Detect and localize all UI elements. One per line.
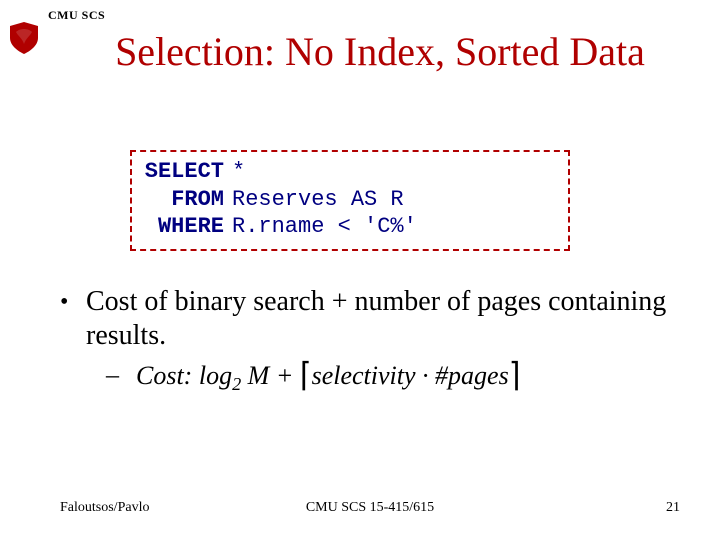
sql-line-select: SELECT * xyxy=(142,158,558,186)
slide-title: Selection: No Index, Sorted Data xyxy=(60,28,700,75)
bullet-dot-icon: • xyxy=(60,285,86,319)
crest-icon xyxy=(6,20,42,56)
bullet-item: • Cost of binary search + number of page… xyxy=(60,285,680,353)
ceiling-right-icon: ⌉ xyxy=(509,358,521,393)
sql-where-clause: R.rname < 'C%' xyxy=(232,214,417,239)
bullet-list: • Cost of binary search + number of page… xyxy=(60,285,680,400)
sql-select-clause: * xyxy=(232,159,245,184)
bullet-text: Cost of binary search + number of pages … xyxy=(86,285,680,353)
sql-keyword-select: SELECT xyxy=(142,158,224,186)
header-org-label: CMU SCS xyxy=(48,8,105,23)
sql-from-clause: Reserves AS R xyxy=(232,187,404,212)
slide: CMU SCS Selection: No Index, Sorted Data… xyxy=(0,0,720,540)
ceiling-left-icon: ⌈ xyxy=(300,358,312,393)
sub-bullet-dash-icon: – xyxy=(106,359,136,391)
cost-formula: Cost: log2 M + ⌈selectivity · #pages⌉ xyxy=(136,359,680,400)
cost-selectivity: selectivity xyxy=(312,361,416,390)
sub-bullet-item: – Cost: log2 M + ⌈selectivity · #pages⌉ xyxy=(106,359,680,400)
sql-line-where: WHERE R.rname < 'C%' xyxy=(142,213,558,241)
footer-course: CMU SCS 15-415/615 xyxy=(60,500,680,516)
cost-pages: #pages xyxy=(435,361,509,390)
cost-label: Cost: log xyxy=(136,361,232,390)
sql-keyword-from: FROM xyxy=(142,186,224,214)
slide-footer: Faloutsos/Pavlo CMU SCS 15-415/615 21 xyxy=(60,500,680,516)
cost-mult-dot: · xyxy=(416,361,436,390)
sql-keyword-where: WHERE xyxy=(142,213,224,241)
sql-line-from: FROM Reserves AS R xyxy=(142,186,558,214)
cost-M: M + xyxy=(241,361,300,390)
sql-code-box: SELECT * FROM Reserves AS R WHERE R.rname <… xyxy=(130,150,570,251)
cost-log-base: 2 xyxy=(232,374,241,394)
